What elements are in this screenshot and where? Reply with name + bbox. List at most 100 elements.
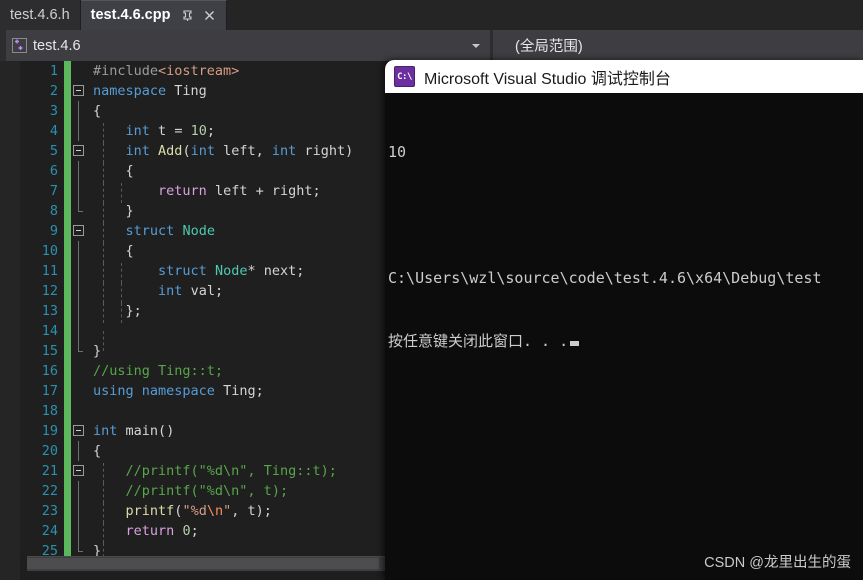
change-indicator-bar xyxy=(64,221,71,241)
line-number: 8 xyxy=(49,203,58,219)
tab-test-4-6-h[interactable]: test.4.6.h xyxy=(0,0,81,30)
tab-label: test.4.6.cpp xyxy=(90,7,171,24)
outlining-vertical-line xyxy=(78,501,79,521)
outlining-margin[interactable] xyxy=(71,521,87,541)
change-indicator-bar xyxy=(64,481,71,501)
change-indicator-bar xyxy=(64,321,71,341)
code-line: 16 //using Ting::t; xyxy=(20,361,385,381)
line-number: 11 xyxy=(41,263,58,279)
outlining-vertical-line xyxy=(78,241,79,261)
outlining-margin[interactable] xyxy=(71,241,87,261)
tab-label: test.4.6.h xyxy=(10,6,70,23)
code-line-text: //printf("%d\n", Ting::t); xyxy=(87,463,385,483)
outlining-margin[interactable] xyxy=(71,301,87,321)
outlining-margin[interactable] xyxy=(71,481,87,501)
outlining-margin[interactable] xyxy=(71,141,87,161)
code-line: 21 //printf("%d\n", Ting::t); xyxy=(20,461,385,483)
code-line: 9 struct Node xyxy=(20,221,385,243)
outlining-end-line xyxy=(78,341,83,352)
outlining-margin[interactable] xyxy=(71,161,87,181)
collapse-region-icon[interactable] xyxy=(73,225,84,236)
project-selector-combobox[interactable]: test.4.6 xyxy=(6,30,490,61)
code-line: 15} xyxy=(20,341,385,361)
chevron-down-icon[interactable] xyxy=(472,43,480,48)
line-number: 9 xyxy=(49,223,58,239)
console-title-bar[interactable]: C:\ Microsoft Visual Studio 调试控制台 xyxy=(385,60,863,93)
collapse-region-icon[interactable] xyxy=(73,145,84,156)
outlining-margin[interactable] xyxy=(71,401,87,421)
code-line: 23 printf("%d\n", t); xyxy=(20,501,385,523)
outlining-vertical-line xyxy=(78,521,79,541)
code-line: 4 int t = 10; xyxy=(20,121,385,143)
code-line: 5 int Add(int left, int right) xyxy=(20,141,385,163)
code-line-text: return left + right; xyxy=(87,183,385,203)
debug-console-window[interactable]: C:\ Microsoft Visual Studio 调试控制台 10 C:\… xyxy=(385,60,863,580)
line-number: 24 xyxy=(41,523,58,539)
change-indicator-bar xyxy=(64,241,71,261)
outlining-margin[interactable] xyxy=(71,441,87,461)
scope-selector-combobox[interactable]: (全局范围) xyxy=(490,30,863,61)
line-number: 22 xyxy=(41,483,58,499)
code-line: 3{ xyxy=(20,101,385,121)
outlining-margin[interactable] xyxy=(71,341,87,361)
line-number: 19 xyxy=(41,423,58,439)
outlining-margin[interactable] xyxy=(71,421,87,441)
outlining-vertical-line xyxy=(78,181,79,201)
change-indicator-bar xyxy=(64,541,71,556)
change-indicator-bar xyxy=(64,121,71,141)
pin-icon[interactable] xyxy=(181,9,194,22)
console-title: Microsoft Visual Studio 调试控制台 xyxy=(424,70,671,88)
code-line: 6 { xyxy=(20,161,385,183)
outlining-vertical-line xyxy=(78,121,79,141)
code-line: 24 return 0; xyxy=(20,521,385,543)
change-indicator-bar xyxy=(64,201,71,221)
outlining-margin[interactable] xyxy=(71,181,87,201)
outlining-end-line xyxy=(78,541,83,552)
line-number: 7 xyxy=(49,183,58,199)
outlining-margin[interactable] xyxy=(71,81,87,101)
outlining-margin[interactable] xyxy=(71,101,87,121)
outlining-margin[interactable] xyxy=(71,361,87,381)
outlining-margin[interactable] xyxy=(71,281,87,301)
outlining-margin[interactable] xyxy=(71,121,87,141)
outlining-end-line xyxy=(78,201,83,212)
change-indicator-bar xyxy=(64,281,71,301)
outlining-margin[interactable] xyxy=(71,501,87,521)
editor-selection-margin xyxy=(0,61,20,580)
outlining-vertical-line xyxy=(78,101,79,121)
collapse-region-icon[interactable] xyxy=(73,465,84,476)
tab-test-4-6-cpp[interactable]: test.4.6.cpp xyxy=(80,0,228,30)
code-line-text: return 0; xyxy=(87,523,385,543)
code-line: 1 #include<iostream> xyxy=(20,61,385,81)
outlining-margin[interactable] xyxy=(71,201,87,221)
code-line: 19 int main() xyxy=(20,421,385,441)
outlining-margin[interactable] xyxy=(71,221,87,241)
line-number: 13 xyxy=(41,303,58,319)
change-indicator-bar xyxy=(64,161,71,181)
outlining-margin[interactable] xyxy=(71,541,87,556)
outlining-vertical-line xyxy=(78,321,79,341)
scrollbar-thumb[interactable] xyxy=(27,558,379,569)
outlining-margin[interactable] xyxy=(71,61,87,81)
collapse-region-icon[interactable] xyxy=(73,425,84,436)
outlining-margin[interactable] xyxy=(71,321,87,341)
change-indicator-bar xyxy=(64,521,71,541)
change-indicator-bar xyxy=(64,101,71,121)
line-number: 25 xyxy=(41,543,58,556)
cmd-icon: C:\ xyxy=(394,66,415,87)
collapse-region-icon[interactable] xyxy=(73,85,84,96)
change-indicator-bar xyxy=(64,141,71,161)
change-indicator-bar xyxy=(64,501,71,521)
line-number: 20 xyxy=(41,443,58,459)
outlining-margin[interactable] xyxy=(71,381,87,401)
editor-text-area[interactable]: 1 #include<iostream> 2 namespace Ting 3{4 in… xyxy=(20,61,385,556)
outlining-margin[interactable] xyxy=(71,461,87,481)
close-icon[interactable] xyxy=(203,9,216,22)
editor-horizontal-scrollbar[interactable] xyxy=(27,556,385,571)
code-line: 20 { xyxy=(20,441,385,461)
outlining-margin[interactable] xyxy=(71,261,87,281)
code-line-text: printf("%d\n", t); xyxy=(87,503,385,523)
line-number: 18 xyxy=(41,403,58,419)
code-line: 22 //printf("%d\n", t); xyxy=(20,481,385,503)
code-line: 7 return left + right; xyxy=(20,181,385,203)
